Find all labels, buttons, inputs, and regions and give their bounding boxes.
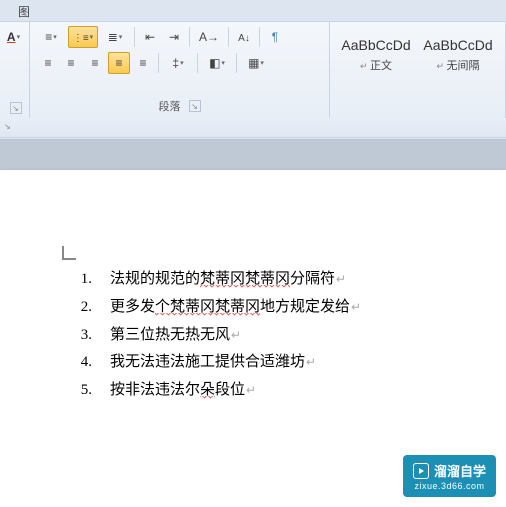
- increase-indent-button[interactable]: [163, 26, 185, 48]
- ribbon-body: ▾ ↘ ▾ ▾ ▾ A→: [0, 22, 506, 118]
- numbered-list: 1. 法规的规范的梵蒂冈梵蒂冈分隔符↵ 2. 更多发个梵蒂冈梵蒂冈地方规定发给↵ 3. 第…: [40, 266, 466, 405]
- list-item[interactable]: 5. 按非法违法尔朵段位↵: [40, 377, 466, 405]
- style-name: 无间隔: [436, 57, 479, 73]
- list-text[interactable]: 更多发个梵蒂冈梵蒂冈地方规定发给↵: [110, 294, 466, 322]
- paragraph-mark-icon: ↵: [351, 300, 361, 314]
- align-center-button[interactable]: [60, 52, 82, 74]
- ltr-button[interactable]: A→: [194, 26, 224, 48]
- watermark-title: 溜溜自学: [434, 461, 486, 480]
- ruler[interactable]: [0, 118, 506, 138]
- line-spacing-button[interactable]: ▾: [163, 52, 193, 74]
- paragraph-mark-icon: ↵: [336, 272, 346, 286]
- paragraph-mark-icon: ↵: [306, 355, 316, 369]
- list-text[interactable]: 第三位热无热无风↵: [110, 322, 466, 350]
- list-text[interactable]: 法规的规范的梵蒂冈梵蒂冈分隔符↵: [110, 266, 466, 294]
- ruler-corner-icon: ↘: [4, 122, 11, 131]
- list-item[interactable]: 4. 我无法违法施工提供合适潍坊↵: [40, 349, 466, 377]
- paragraph-mark-icon: ↵: [231, 328, 241, 342]
- align-left-button[interactable]: [36, 52, 58, 74]
- multilevel-list-button[interactable]: ▾: [100, 26, 130, 48]
- paragraph-dialog-launcher[interactable]: ↘: [189, 100, 201, 112]
- style-item-nospacing[interactable]: AaBbCcDd 无间隔: [418, 26, 498, 84]
- shading-button[interactable]: ▾: [202, 52, 232, 74]
- bullets-button[interactable]: ▾: [36, 26, 66, 48]
- align-right-button[interactable]: [84, 52, 106, 74]
- ribbon: 图 ▾ ↘ ▾ ▾ ▾: [0, 0, 506, 140]
- list-item[interactable]: 3. 第三位热无热无风↵: [40, 322, 466, 350]
- style-preview: AaBbCcDd: [341, 37, 410, 53]
- list-text[interactable]: 我无法违法施工提供合适潍坊↵: [110, 349, 466, 377]
- ribbon-tab-bar: 图: [0, 0, 506, 22]
- font-group: ▾ ↘: [0, 22, 30, 118]
- show-paragraph-marks-button[interactable]: [264, 26, 286, 48]
- play-icon: [413, 463, 429, 479]
- style-gallery: AaBbCcDd 正文 AaBbCcDd 无间隔: [336, 26, 499, 84]
- font-dialog-launcher[interactable]: ↘: [10, 102, 22, 114]
- watermark-url: zixue.3d66.com: [414, 481, 484, 491]
- list-number: 1.: [64, 266, 92, 294]
- style-preview: AaBbCcDd: [423, 37, 492, 53]
- list-number: 2.: [64, 294, 92, 322]
- margin-marker-icon: [62, 246, 76, 260]
- decrease-indent-button[interactable]: [139, 26, 161, 48]
- list-number: 4.: [64, 349, 92, 377]
- paragraph-group-label: 段落: [159, 98, 181, 114]
- list-number: 5.: [64, 377, 92, 405]
- paragraph-mark-icon: ↵: [246, 383, 256, 397]
- list-item[interactable]: 2. 更多发个梵蒂冈梵蒂冈地方规定发给↵: [40, 294, 466, 322]
- sort-button[interactable]: [233, 26, 255, 48]
- document-area: 1. 法规的规范的梵蒂冈梵蒂冈分隔符↵ 2. 更多发个梵蒂冈梵蒂冈地方规定发给↵ 3. 第…: [0, 140, 506, 507]
- ribbon-tab-view[interactable]: 图: [8, 0, 40, 23]
- borders-button[interactable]: ▾: [241, 52, 271, 74]
- watermark-badge: 溜溜自学 zixue.3d66.com: [403, 455, 496, 497]
- list-number: 3.: [64, 322, 92, 350]
- style-name: 正文: [360, 57, 392, 73]
- align-distributed-button[interactable]: [132, 52, 154, 74]
- styles-group: AaBbCcDd 正文 AaBbCcDd 无间隔: [330, 22, 506, 118]
- font-color-button[interactable]: ▾: [4, 26, 23, 48]
- numbering-button[interactable]: ▾: [68, 26, 98, 48]
- list-item[interactable]: 1. 法规的规范的梵蒂冈梵蒂冈分隔符↵: [40, 266, 466, 294]
- list-text[interactable]: 按非法违法尔朵段位↵: [110, 377, 466, 405]
- style-item-normal[interactable]: AaBbCcDd 正文: [336, 26, 416, 84]
- paragraph-group: ▾ ▾ ▾ A→: [30, 22, 330, 118]
- align-justify-button[interactable]: [108, 52, 130, 74]
